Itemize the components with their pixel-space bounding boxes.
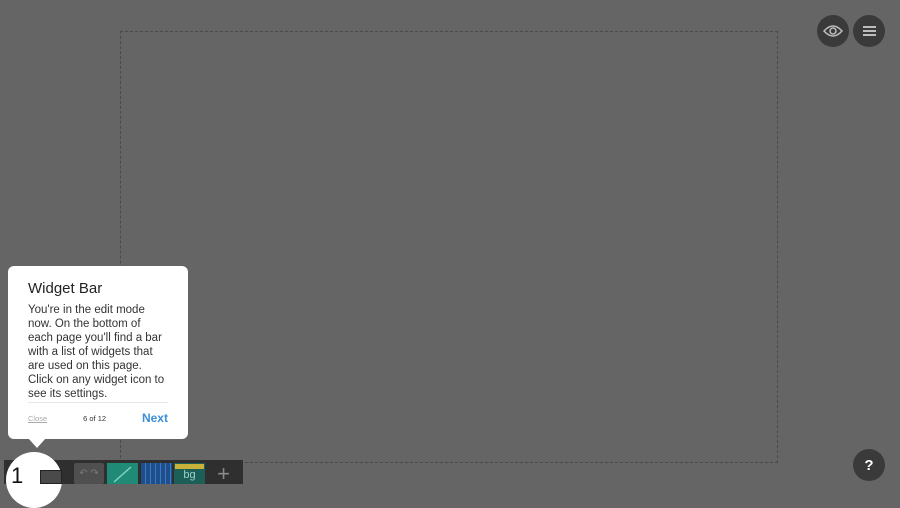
popover-body: You're in the edit mode now. On the bott…: [28, 304, 165, 400]
help-button[interactable]: ?: [853, 449, 885, 481]
line-widget-icon[interactable]: [107, 463, 138, 484]
step-counter: 6 of 12: [83, 413, 107, 423]
tour-popover: Widget Bar You're in the edit mode now. …: [8, 266, 188, 448]
grid-widget-icon[interactable]: [141, 463, 172, 484]
help-label: ?: [864, 456, 874, 474]
background-widget-icon[interactable]: bg: [174, 463, 205, 484]
bg-widget-label: bg: [183, 469, 196, 481]
popover-title: Widget Bar: [28, 280, 103, 297]
hamburger-menu-icon: [862, 24, 876, 39]
close-link[interactable]: Close: [28, 414, 47, 423]
undo-redo-icon[interactable]: ↶ ↷: [74, 463, 104, 484]
add-widget-button[interactable]: +: [208, 463, 239, 485]
eye-icon: [823, 25, 843, 37]
page-widget-icon[interactable]: [40, 470, 62, 484]
menu-button[interactable]: [853, 15, 885, 47]
page-canvas-frame: [120, 31, 778, 463]
next-button[interactable]: Next: [142, 411, 168, 425]
popover-footer: Close 6 of 12 Next: [28, 402, 168, 433]
preview-button[interactable]: [817, 15, 849, 47]
